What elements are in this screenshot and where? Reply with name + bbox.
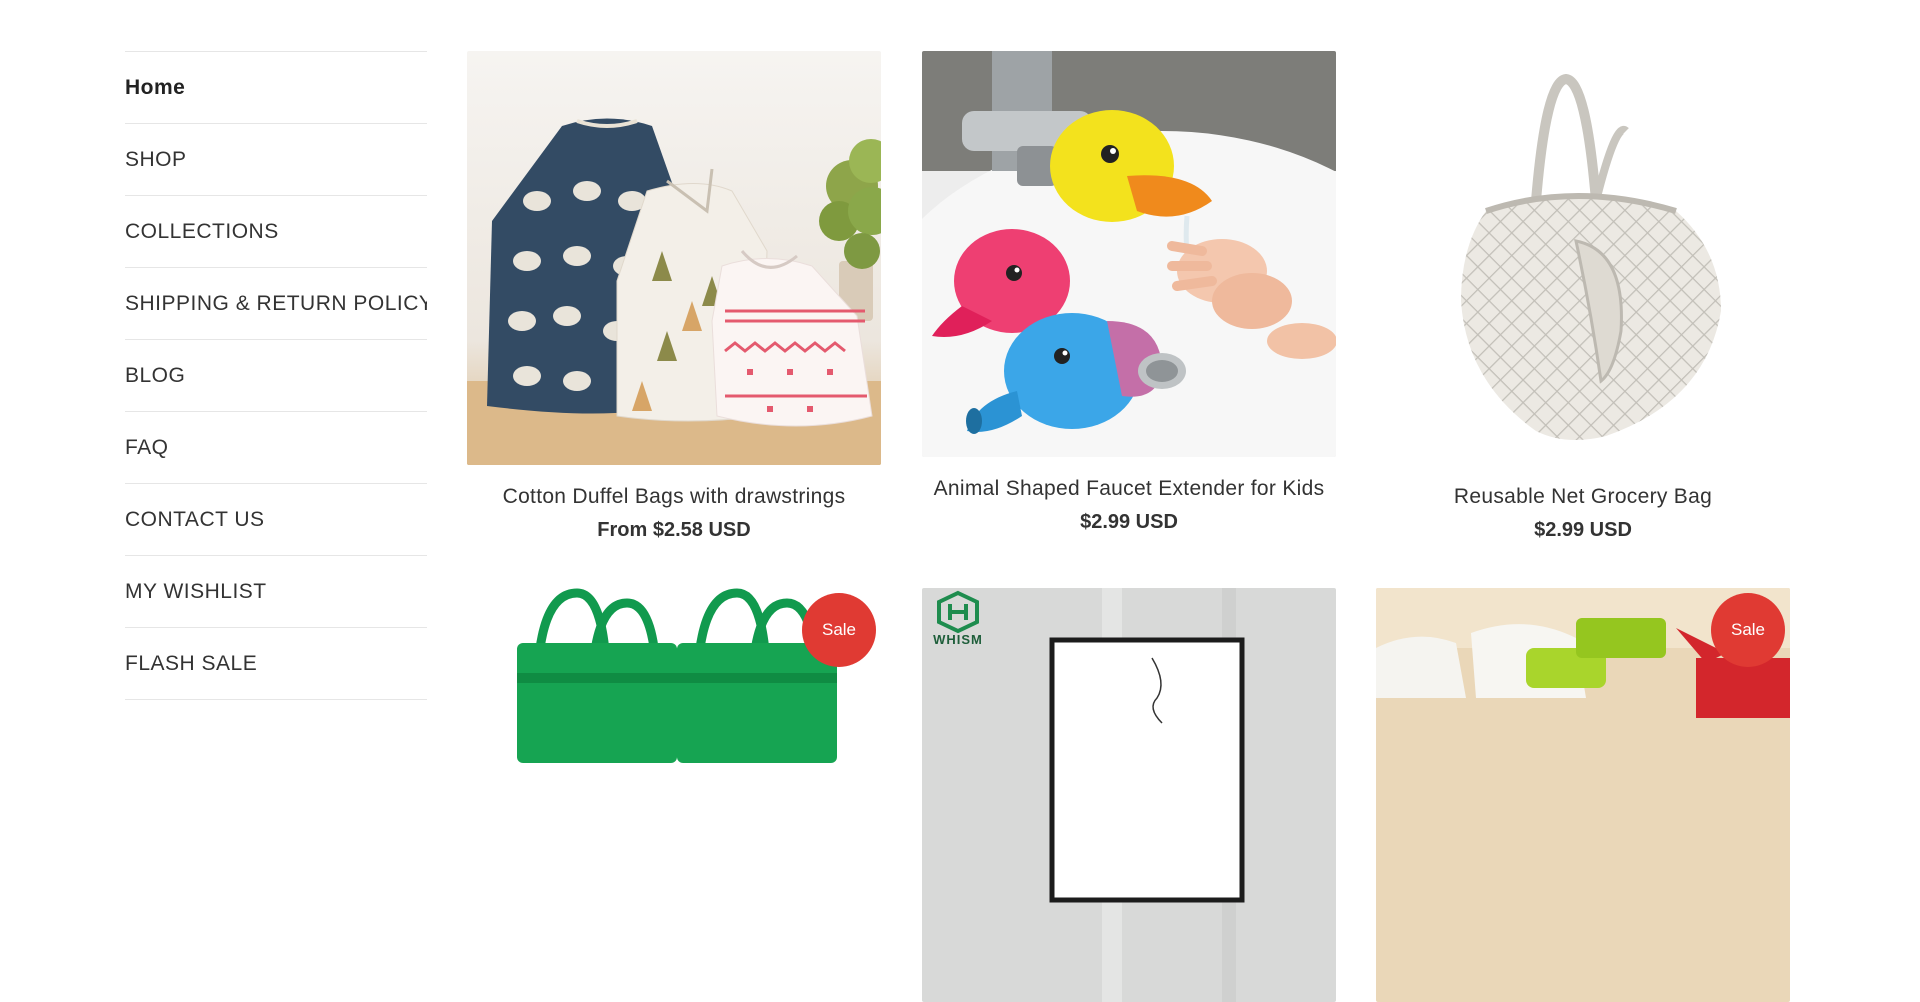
product-title[interactable]: Cotton Duffel Bags with drawstrings [467, 485, 881, 509]
nav-item-blog[interactable]: BLOG [125, 339, 427, 411]
product-title[interactable]: Animal Shaped Faucet Extender for Kids [922, 477, 1336, 501]
nav-item-collections[interactable]: COLLECTIONS [125, 195, 427, 267]
nav-item-flash-sale[interactable]: FLASH SALE [125, 627, 427, 699]
brand-logo: WHISM [928, 590, 988, 647]
nav-item-shipping-return-policy[interactable]: SHIPPING & RETURN POLICY [125, 267, 427, 339]
nav-item-contact-us[interactable]: CONTACT US [125, 483, 427, 555]
product-image[interactable] [1376, 51, 1790, 465]
sale-badge: Sale [802, 593, 876, 667]
product-price: From $2.58 USD [597, 519, 751, 541]
product-card[interactable]: WHISM [922, 588, 1336, 1002]
product-image[interactable]: Sale [1376, 588, 1790, 1002]
brand-logo-text: WHISM [933, 632, 983, 647]
product-card[interactable]: Animal Shaped Faucet Extender for Kids $… [922, 51, 1336, 534]
nav-item-home[interactable]: Home [125, 51, 427, 123]
whism-logo-icon [937, 590, 979, 634]
product-image[interactable] [467, 51, 881, 465]
product-price: $2.99 USD [1080, 511, 1178, 533]
drawstring-bags-image [467, 51, 881, 465]
sidebar-nav: Home SHOP COLLECTIONS SHIPPING & RETURN … [125, 51, 427, 700]
product-image[interactable]: WHISM [922, 588, 1336, 1002]
product-image[interactable] [922, 51, 1336, 457]
product-card[interactable]: Cotton Duffel Bags with drawstrings From… [467, 51, 881, 542]
nav-item-faq[interactable]: FAQ [125, 411, 427, 483]
nav-item-my-wishlist[interactable]: MY WISHLIST [125, 555, 427, 627]
product-image[interactable]: Sale [467, 588, 881, 1002]
product-title[interactable]: Reusable Net Grocery Bag [1376, 485, 1790, 509]
nav-item-shop[interactable]: SHOP [125, 123, 427, 195]
product-card[interactable]: Reusable Net Grocery Bag $2.99 USD [1376, 51, 1790, 542]
net-bag-image [1376, 51, 1790, 465]
frame-art-image [922, 588, 1336, 1002]
product-card[interactable]: Sale [1376, 588, 1790, 1002]
faucet-extender-image [922, 51, 1336, 457]
sale-badge: Sale [1711, 593, 1785, 667]
product-price: $2.99 USD [1534, 519, 1632, 541]
product-card[interactable]: Sale [467, 588, 881, 1002]
